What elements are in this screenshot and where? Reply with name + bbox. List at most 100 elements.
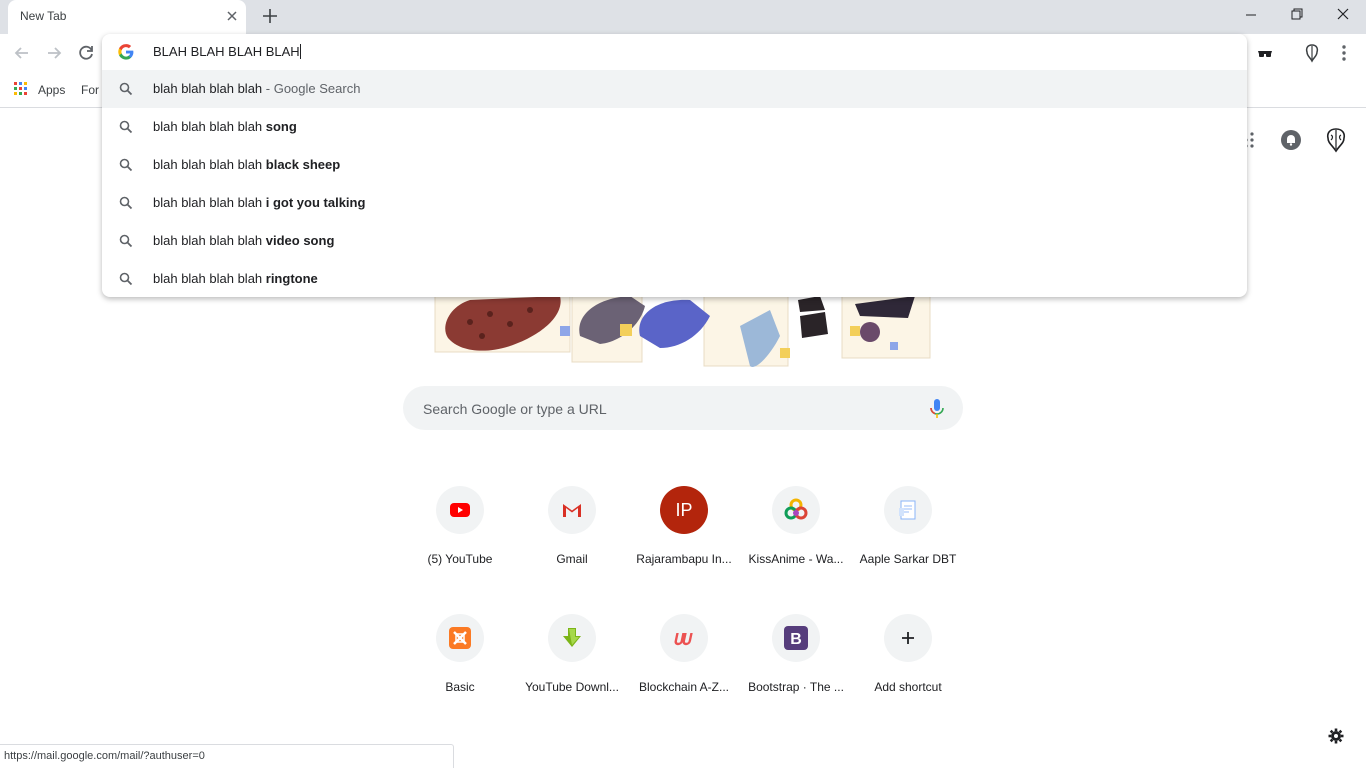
shortcut-label: Rajarambapu In... [636,552,732,566]
shortcut-icon-circle [772,486,820,534]
google-g-icon [118,44,134,60]
forward-button[interactable] [43,42,65,64]
brain-extension-icon[interactable] [1301,42,1323,64]
suggestion-text: blah blah blah blah - Google Search [153,81,360,96]
plus-icon [902,632,914,644]
shortcut-label: KissAnime - Wa... [748,552,844,566]
omnibox-dropdown: BLAH BLAH BLAH BLAH blah blah blah blah … [102,34,1247,297]
shortcut-label: Add shortcut [874,680,942,694]
suggestion-completion: black sheep [265,157,341,172]
suggestion-text: blah blah blah blah video song [153,233,334,248]
text-caret [299,44,301,59]
search-icon [119,272,133,286]
close-icon [1337,8,1349,20]
window-minimize-button[interactable] [1228,0,1274,30]
shortcut-icon-circle: IP [660,486,708,534]
reload-button[interactable] [75,42,97,64]
tab-title: New Tab [20,9,67,23]
suggestion-item[interactable]: blah blah blah blah video song [102,222,1247,260]
shortcut-basic[interactable]: Basic [404,614,516,726]
search-icon [119,82,133,96]
kebab-menu-icon[interactable] [1333,42,1355,64]
arrow-right-icon [48,47,62,59]
plus-icon [263,9,277,23]
shortcut-youtube[interactable]: (5) YouTube [404,486,516,598]
suggestion-item[interactable]: blah blah blah blah ringtone [102,260,1247,298]
suggestion-query: blah blah blah blah [153,119,266,134]
download-arrow-icon [563,628,581,647]
shortcut-label: Basic [445,680,475,694]
ip-badge: IP [660,486,708,534]
bookmark-apps[interactable]: Apps [14,82,65,98]
shortcut-gmail[interactable]: Gmail [516,486,628,598]
window-restore-button[interactable] [1274,0,1320,30]
omnibox-input-value: BLAH BLAH BLAH BLAH [153,44,300,59]
shortcut-icon-circle [548,614,596,662]
xampp-icon [449,627,471,649]
youtube-icon [450,503,470,517]
suggestion-item[interactable]: blah blah blah blah song [102,108,1247,146]
shortcut-icon-circle [436,614,484,662]
search-icon [119,234,133,248]
shortcut-blockchain[interactable]: Blockchain A-Z... [628,614,740,726]
search-icon [119,120,133,134]
suggestion-query: blah blah blah blah [153,233,266,248]
suggestion-completion: i got you talking [265,195,366,210]
shortcut-icon-circle [884,614,932,662]
suggestion-query: blah blah blah blah [153,81,263,96]
omnibox[interactable]: BLAH BLAH BLAH BLAH [102,34,1247,70]
suggestion-text: blah blah blah blah black sheep [153,157,340,172]
omnibox-input[interactable]: BLAH BLAH BLAH BLAH [153,44,301,59]
suggestion-item[interactable]: blah blah blah blah i got you talking [102,184,1247,222]
spy-extension-icon[interactable] [1254,42,1276,64]
shortcut-label: YouTube Downl... [525,680,619,694]
shortcut-rajarambapu[interactable]: IP Rajarambapu In... [628,486,740,598]
apps-grid-icon [14,82,27,95]
bookmark-item-for[interactable]: For [81,83,99,97]
shortcut-youtube-downloader[interactable]: YouTube Downl... [516,614,628,726]
add-shortcut-button[interactable]: Add shortcut [852,614,964,726]
shortcut-label: Gmail [556,552,588,566]
reload-icon [79,45,93,60]
microphone-icon[interactable] [929,398,945,420]
shortcut-kissanime[interactable]: KissAnime - Wa... [740,486,852,598]
suggestion-text: blah blah blah blah ringtone [153,271,318,286]
new-tab-button[interactable] [260,6,280,26]
minimize-icon [1246,14,1256,16]
bootstrap-icon: B [784,626,808,650]
shortcut-label: Bootstrap · The ... [748,680,844,694]
shortcut-icon-circle [884,486,932,534]
suggestion-query: blah blah blah blah [153,157,266,172]
suggestion-completion: video song [265,233,335,248]
shortcut-label: Aaple Sarkar DBT [859,552,957,566]
window-close-button[interactable] [1320,0,1366,30]
tab-new-tab[interactable]: New Tab [8,0,246,34]
tab-close-icon[interactable] [224,8,240,24]
search-placeholder: Search Google or type a URL [423,401,607,417]
shortcut-icon-circle [660,614,708,662]
ntp-search-box[interactable]: Search Google or type a URL [403,386,963,430]
svg-text:B: B [790,631,802,648]
kissanime-icon [784,498,808,520]
suggestion-query: blah blah blah blah [153,195,266,210]
status-bar: https://mail.google.com/mail/?authuser=0 [0,744,454,768]
suggestion-item[interactable]: blah blah blah blah black sheep [102,146,1247,184]
shortcut-bootstrap[interactable]: B Bootstrap · The ... [740,614,852,726]
avatar-bell-icon [1287,135,1295,146]
arrow-left-icon [14,47,28,59]
back-button[interactable] [11,42,33,64]
suggestion-completion: song [265,119,297,134]
search-icon [119,196,133,210]
shortcut-label: (5) YouTube [427,552,493,566]
google-doodle[interactable] [430,295,936,374]
suggestion-item[interactable]: blah blah blah blah - Google Search [102,70,1247,108]
suggestion-text: blah blah blah blah song [153,119,297,134]
status-url: https://mail.google.com/mail/?authuser=0 [4,750,205,762]
brain-icon[interactable] [1324,126,1348,154]
suggestion-query: blah blah blah blah [153,271,266,286]
account-avatar[interactable] [1281,130,1301,150]
shortcut-icon-circle [436,486,484,534]
shortcut-label: Blockchain A-Z... [638,680,730,694]
gear-icon[interactable] [1327,727,1345,745]
shortcut-aaple-sarkar[interactable]: Aaple Sarkar DBT [852,486,964,598]
